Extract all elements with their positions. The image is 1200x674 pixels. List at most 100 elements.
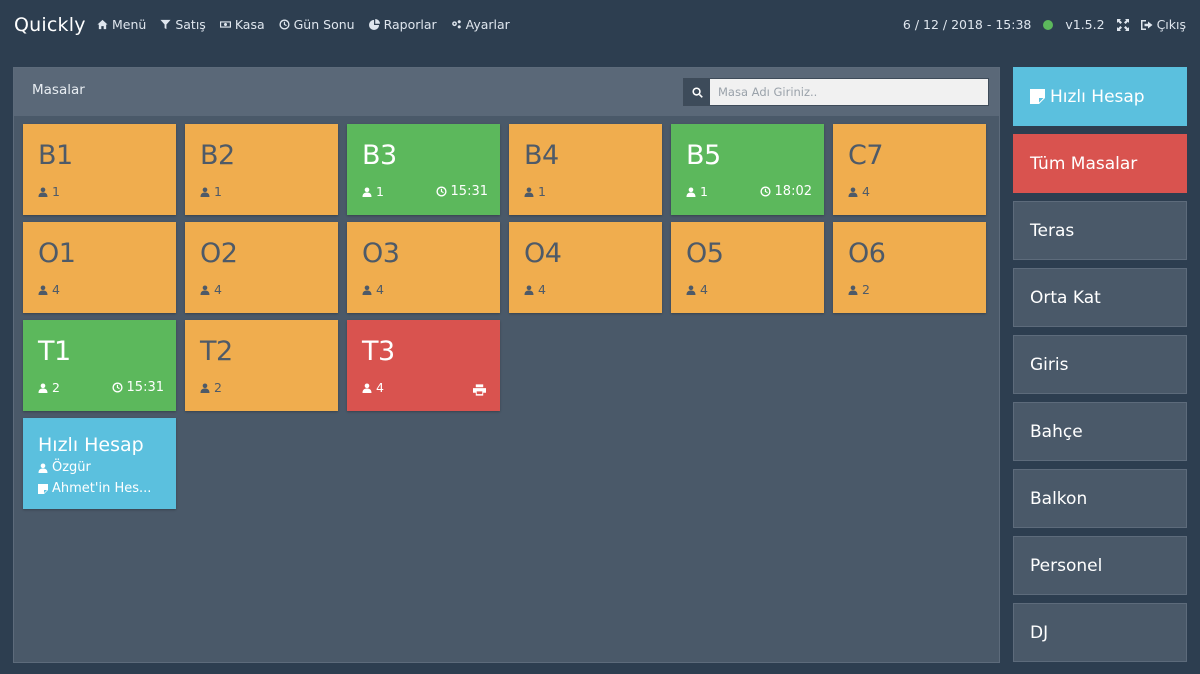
guest-count: 4: [538, 282, 546, 297]
search-button[interactable]: [684, 79, 710, 105]
panel-header: Masalar: [14, 68, 999, 116]
table-name: O5: [686, 238, 724, 269]
sidebar-item-label: Hızlı Hesap: [1050, 86, 1145, 107]
sidebar-item-tüm-masalar[interactable]: Tüm Masalar: [1013, 134, 1187, 193]
table-guests: 1: [362, 184, 384, 199]
table-tile-b1[interactable]: B1 1: [23, 124, 176, 215]
table-guests: 4: [524, 282, 546, 297]
open-time-value: 18:02: [774, 184, 812, 199]
table-guests: 1: [200, 184, 222, 199]
guest-count: 1: [52, 184, 60, 199]
nav-item-label: Kasa: [234, 17, 265, 32]
table-name: O2: [200, 238, 238, 269]
table-name: B5: [686, 140, 721, 171]
table-guests: 4: [686, 282, 708, 297]
quick-account-title: Hızlı Hesap: [38, 434, 144, 456]
nav-item-label: Ayarlar: [465, 17, 510, 32]
quick-account-tile[interactable]: Hızlı Hesap Özgür Ahmet'in Hes...: [23, 418, 176, 509]
fullscreen-icon[interactable]: [1116, 18, 1129, 31]
quick-account-user-name: Özgür: [52, 460, 91, 475]
search-input[interactable]: [710, 79, 988, 105]
guest-count: 1: [376, 184, 384, 199]
table-guests: 1: [38, 184, 60, 199]
nav-item-day-end[interactable]: Gün Sonu: [279, 17, 355, 32]
sidebar-item-bahçe[interactable]: Bahçe: [1013, 402, 1187, 461]
logout-button[interactable]: Çıkış: [1140, 17, 1186, 32]
printed-indicator: [473, 381, 486, 400]
home-icon: [97, 19, 108, 30]
user-icon: [524, 187, 534, 197]
nav-item-reports[interactable]: Raporlar: [368, 17, 437, 32]
table-name: C7: [848, 140, 884, 171]
nav-item-label: Gün Sonu: [293, 17, 355, 32]
sidebar-item-orta-kat[interactable]: Orta Kat: [1013, 268, 1187, 327]
table-tile-o3[interactable]: O3 4: [347, 222, 500, 313]
table-tile-o6[interactable]: O6 2: [833, 222, 986, 313]
nav-item-menu[interactable]: Menü: [97, 17, 146, 32]
sidebar-item-giris[interactable]: Giris: [1013, 335, 1187, 394]
nav-item-settings[interactable]: Ayarlar: [451, 17, 510, 32]
clock-icon: [111, 382, 123, 393]
table-tile-t2[interactable]: T2 2: [185, 320, 338, 411]
guest-count: 1: [538, 184, 546, 199]
table-guests: 2: [38, 380, 60, 395]
guest-count: 4: [700, 282, 708, 297]
online-status-dot: [1043, 19, 1054, 30]
guest-count: 2: [862, 282, 870, 297]
sidebar-item-dj[interactable]: DJ: [1013, 603, 1187, 662]
table-name: O3: [362, 238, 400, 269]
table-tile-b5[interactable]: B5 1 18:02: [671, 124, 824, 215]
nav-item-label: Satış: [175, 17, 206, 32]
table-tile-o5[interactable]: O5 4: [671, 222, 824, 313]
note-icon: [1030, 89, 1045, 104]
table-guests: 2: [848, 282, 870, 297]
datetime: 6 / 12 / 2018 - 15:38: [902, 17, 1032, 32]
top-bar: Quickly Menü Satış Kasa Gün Sonu Raporla…: [0, 0, 1200, 52]
sidebar-item-label: Personel: [1030, 555, 1103, 576]
table-guests: 4: [848, 184, 870, 199]
table-name: T3: [362, 336, 395, 367]
user-icon: [200, 285, 210, 295]
brand-title: Quickly: [14, 14, 86, 36]
sidebar-item-teras[interactable]: Teras: [1013, 201, 1187, 260]
nav-item-sales[interactable]: Satış: [160, 17, 206, 32]
table-guests: 2: [200, 380, 222, 395]
table-tile-c7[interactable]: C7 4: [833, 124, 986, 215]
open-time-value: 15:31: [126, 380, 164, 395]
table-tile-o1[interactable]: O1 4: [23, 222, 176, 313]
quick-account-user: Özgür: [38, 460, 91, 475]
clock-icon: [435, 186, 447, 197]
table-open-time: 15:31: [111, 380, 164, 395]
table-tile-t1[interactable]: T1 2 15:31: [23, 320, 176, 411]
table-name: O6: [848, 238, 886, 269]
sidebar-item-label: Bahçe: [1030, 421, 1083, 442]
search-icon: [691, 86, 703, 98]
table-tile-t3[interactable]: T3 4: [347, 320, 500, 411]
user-icon: [362, 285, 372, 295]
table-open-time: 15:31: [435, 184, 488, 199]
table-name: B2: [200, 140, 235, 171]
table-tile-o2[interactable]: O2 4: [185, 222, 338, 313]
table-tile-o4[interactable]: O4 4: [509, 222, 662, 313]
logout-label: Çıkış: [1156, 17, 1186, 32]
table-guests: 1: [686, 184, 708, 199]
sidebar-item-balkon[interactable]: Balkon: [1013, 469, 1187, 528]
sidebar-item-personel[interactable]: Personel: [1013, 536, 1187, 595]
table-tile-b2[interactable]: B2 1: [185, 124, 338, 215]
quick-account-note: Ahmet'in Hes...: [38, 481, 151, 496]
nav-item-label: Menü: [112, 17, 147, 32]
version-label: v1.5.2: [1065, 17, 1105, 32]
money-icon: [219, 21, 231, 28]
guest-count: 4: [376, 380, 384, 395]
sidebar-item-label: Orta Kat: [1030, 287, 1101, 308]
guest-count: 4: [52, 282, 60, 297]
sidebar-item-hızlı-hesap[interactable]: Hızlı Hesap: [1013, 67, 1187, 126]
table-name: T1: [38, 336, 71, 367]
nav-item-cashier[interactable]: Kasa: [219, 17, 265, 32]
user-icon: [200, 383, 210, 393]
table-tile-b3[interactable]: B3 1 15:31: [347, 124, 500, 215]
user-icon: [362, 187, 372, 197]
quick-account-note-text: Ahmet'in Hes...: [52, 481, 152, 496]
table-tile-b4[interactable]: B4 1: [509, 124, 662, 215]
user-icon: [686, 285, 696, 295]
